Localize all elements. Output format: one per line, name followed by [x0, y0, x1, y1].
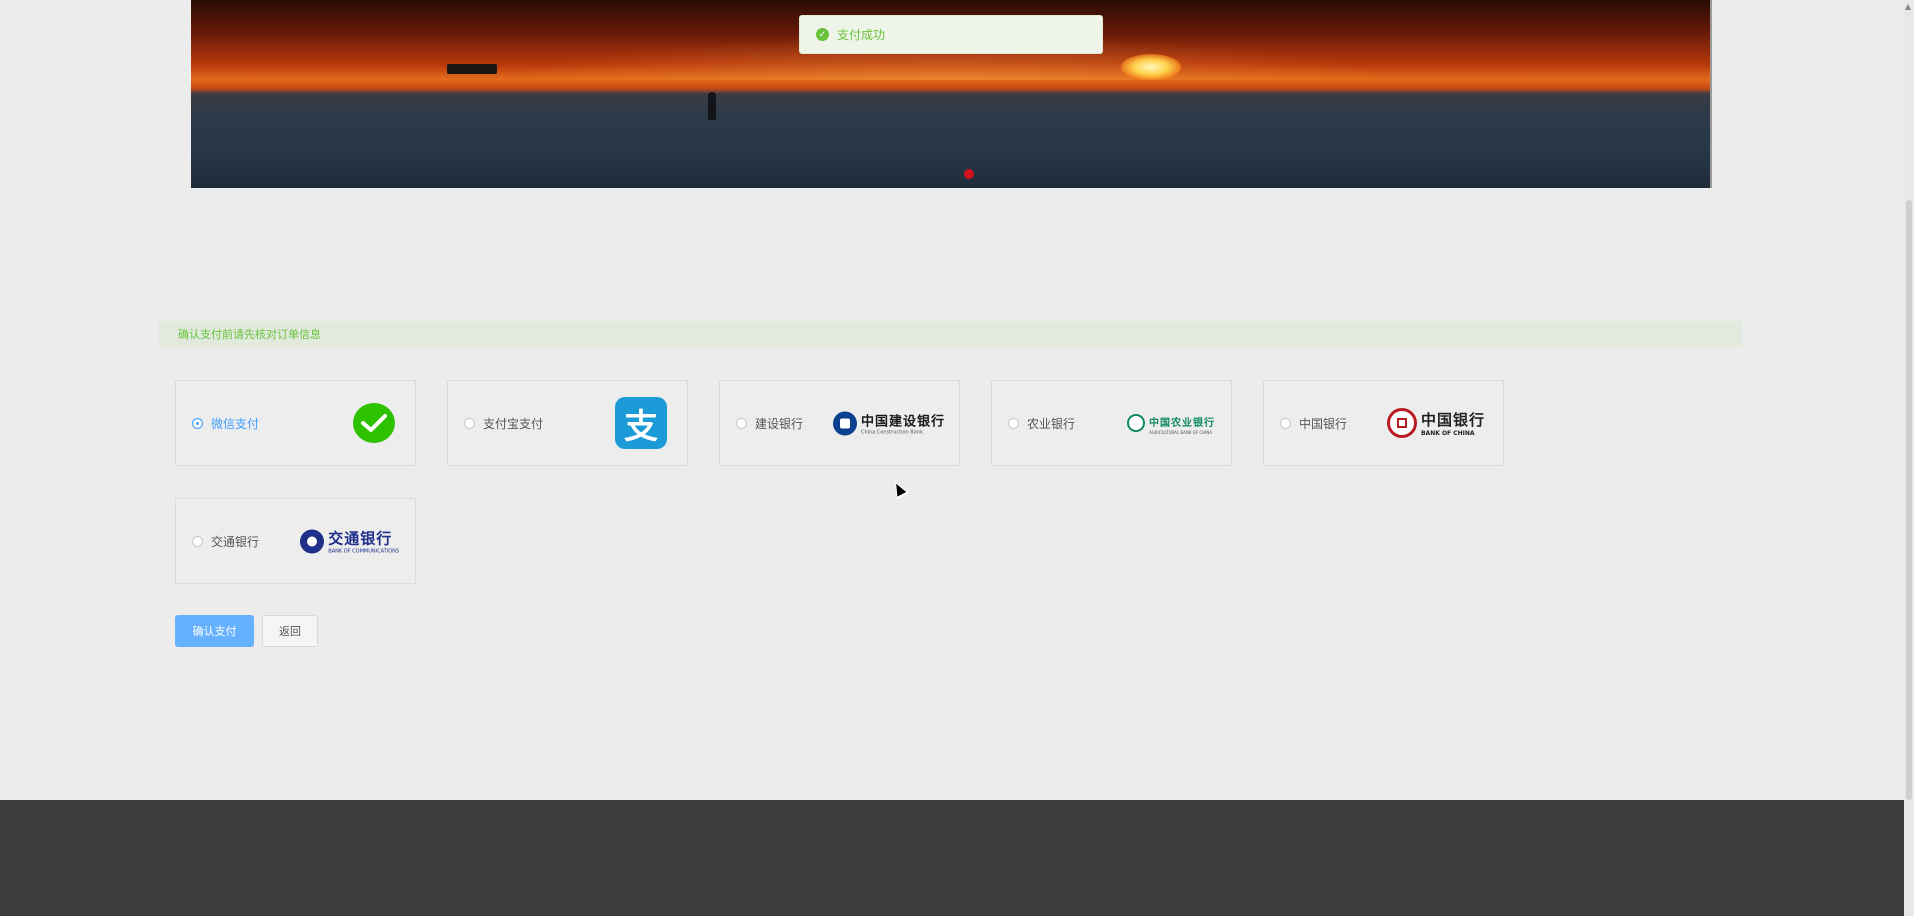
bocom-logo: 交通银行 BANK OF COMMUNICATIONS	[300, 528, 399, 555]
check-circle-icon: ✓	[816, 28, 829, 41]
payment-option-boc[interactable]: 中国银行 中国银行 BANK OF CHINA	[1263, 380, 1504, 466]
scrollbar-thumb[interactable]	[1906, 200, 1912, 800]
banner-sun	[1121, 54, 1181, 80]
radio-alipay[interactable]	[464, 417, 475, 429]
banner-buoy	[708, 92, 716, 120]
radio-boc[interactable]	[1280, 417, 1291, 429]
notice-text: 确认支付前请先核对订单信息	[178, 328, 321, 341]
payment-label: 建设银行	[755, 416, 804, 431]
order-notice: 确认支付前请先核对订单信息	[159, 321, 1742, 347]
payment-option-alipay[interactable]: 支付宝支付 支	[447, 380, 688, 466]
confirm-payment-button[interactable]: 确认支付	[175, 615, 254, 647]
radio-ccb[interactable]	[736, 417, 747, 429]
toast-message: 支付成功	[837, 28, 886, 42]
payment-label: 交通银行	[211, 534, 260, 549]
payment-option-wechat[interactable]: 微信支付	[175, 380, 416, 466]
payment-option-abc[interactable]: 农业银行 中国农业银行 AGRICULTURAL BANK OF CHINA	[991, 380, 1232, 466]
back-button[interactable]: 返回	[262, 615, 318, 647]
radio-bocom[interactable]	[192, 535, 203, 547]
payment-label: 农业银行	[1027, 416, 1076, 431]
boc-logo: 中国银行 BANK OF CHINA	[1386, 408, 1485, 438]
wechat-pay-logo	[353, 403, 395, 443]
page-footer	[0, 800, 1904, 916]
radio-abc[interactable]	[1008, 417, 1019, 429]
payment-label: 支付宝支付	[483, 416, 544, 431]
vertical-scrollbar[interactable]: ▲	[1904, 0, 1914, 916]
payment-option-ccb[interactable]: 建设银行 中国建设银行 China Construction Bank	[719, 380, 960, 466]
radio-wechat[interactable]	[192, 417, 203, 429]
alipay-logo: 支	[615, 397, 667, 449]
scroll-up-arrow-icon[interactable]: ▲	[1905, 2, 1911, 11]
payment-label: 微信支付	[211, 416, 260, 431]
payment-label: 中国银行	[1299, 416, 1348, 431]
ccb-logo: 中国建设银行 China Construction Bank	[832, 411, 945, 436]
payment-option-bocom[interactable]: 交通银行 交通银行 BANK OF COMMUNICATIONS	[175, 498, 416, 584]
mouse-cursor-icon	[889, 478, 909, 500]
carousel-indicator[interactable]	[964, 169, 974, 179]
banner-ship	[447, 64, 497, 74]
banner-edge	[1710, 0, 1712, 188]
success-toast: ✓ 支付成功	[799, 15, 1103, 54]
abc-logo: 中国农业银行 AGRICULTURAL BANK OF CHINA	[1127, 411, 1215, 435]
